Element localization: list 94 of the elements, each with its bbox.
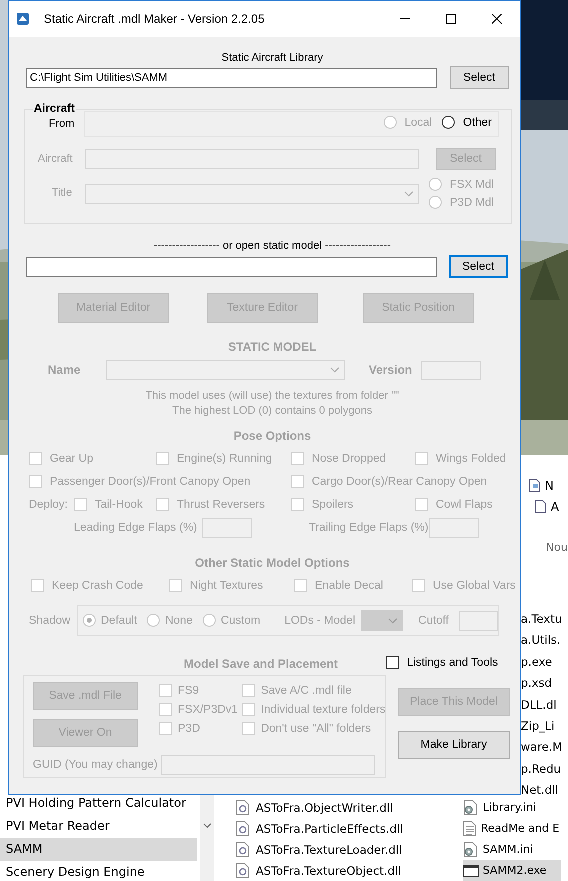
checkbox-label: Enable Decal — [315, 580, 384, 592]
checkbox-label: Cowl Flaps — [436, 498, 493, 510]
ribbon-command[interactable]: N — [528, 479, 568, 493]
document-icon — [528, 479, 542, 493]
dll-file-icon — [236, 800, 250, 816]
chevron-down-icon — [202, 823, 212, 829]
select-button[interactable]: Select — [449, 255, 508, 278]
checkbox-label: Engine(s) Running — [177, 452, 272, 464]
field-label: Title — [52, 186, 74, 199]
section-heading: STATIC MODEL — [227, 340, 318, 354]
folder-item[interactable]: Scenery Design Engine — [0, 861, 197, 881]
model-path-field[interactable] — [26, 256, 437, 276]
info-text: The highest LOD (0) contains 0 polygons — [172, 405, 374, 417]
checkbox-label: FS9 — [178, 684, 200, 696]
close-icon — [492, 14, 502, 24]
checkbox-label: Nose Dropped — [312, 452, 386, 464]
checkbox-label: Tail-Hook — [95, 498, 143, 510]
radio-label: Other — [463, 116, 492, 128]
radio-label: Custom — [220, 614, 261, 626]
radio-label: Local — [404, 116, 432, 128]
checkbox-label: P3D — [178, 722, 200, 734]
folder-item[interactable]: PVI Holding Pattern Calculator — [0, 792, 197, 815]
field-label: From — [49, 118, 76, 130]
checkbox-label: Keep Crash Code — [52, 580, 144, 592]
file-item[interactable]: ASToFra.ObjectWriter.dll — [236, 797, 463, 818]
ribbon-command[interactable]: A — [534, 500, 568, 514]
file-item[interactable]: SAMM2.exe — [463, 860, 561, 881]
section-label: ------------------ or open static model ------------------ — [152, 240, 392, 252]
field-label: LODs - Model — [284, 614, 356, 626]
file-item[interactable]: ASToFra.TextureObject.dll — [236, 860, 463, 881]
file-item[interactable]: ASToFra.TextureLoader.dll — [236, 839, 463, 860]
section-heading: Model Save and Placement — [184, 657, 338, 671]
checkbox-label: Use Global Vars — [433, 580, 516, 592]
section-heading: Other Static Model Options — [194, 556, 351, 570]
field-label: Leading Edge Flaps (%) — [74, 522, 198, 534]
field-label: GUID (You may change) — [33, 759, 159, 771]
window-icon — [463, 864, 479, 878]
radio-label: FSX Mdl — [450, 178, 494, 190]
gear-file-icon — [463, 842, 479, 858]
section-label: Static Aircraft Library — [220, 52, 324, 64]
checkbox-label: FSX/P3Dv1 — [178, 704, 238, 716]
file-item[interactable]: SAMM.ini — [463, 839, 561, 860]
deploy-label: Deploy: — [29, 498, 68, 510]
field-label: Trailing Edge Flaps (%) — [309, 522, 426, 534]
file-name[interactable]: p.xsd — [521, 673, 563, 695]
checkbox-label: Passenger Door(s)/Front Canopy Open — [50, 476, 251, 488]
file-name[interactable]: a.Utils. — [521, 630, 563, 652]
ribbon-group-label: Nou — [546, 541, 568, 554]
field-label: Name — [48, 363, 82, 377]
scrollbar[interactable] — [200, 795, 214, 881]
chevron-down-icon — [330, 367, 340, 373]
checkbox-label: Cargo Door(s)/Rear Canopy Open — [312, 476, 488, 488]
field-label: Aircraft — [38, 153, 74, 165]
radio-label: P3D Mdl — [450, 196, 494, 208]
checkbox-label: Night Textures — [190, 580, 264, 592]
path-field[interactable]: C:\Flight Sim Utilities\SAMM — [26, 68, 437, 88]
radio-label: None — [165, 614, 193, 626]
checkbox-label: Gear Up — [50, 452, 94, 464]
text-file-icon — [463, 820, 477, 836]
field-label: Cutoff — [418, 614, 449, 626]
folder-item[interactable]: PVI Metar Reader — [0, 815, 197, 838]
checkbox-label: Individual texture folders — [261, 704, 386, 716]
window-title: Static Aircraft .mdl Maker - Version 2.2.05 — [44, 12, 265, 26]
select-button[interactable]: Select — [450, 66, 509, 89]
info-text: This model uses (will use) the textures from folder "" — [144, 390, 400, 402]
dll-file-icon — [236, 862, 250, 878]
file-item[interactable]: ReadMe and E — [463, 818, 561, 839]
dll-file-icon — [236, 820, 250, 836]
file-name[interactable]: ware.M — [521, 737, 563, 759]
radio-label: Default — [101, 614, 138, 626]
app-icon — [16, 12, 30, 26]
dll-file-icon — [236, 842, 250, 858]
file-name[interactable]: Zip_Li — [521, 716, 563, 738]
gear-file-icon — [463, 800, 479, 816]
file-name[interactable]: p.Redu — [521, 758, 563, 780]
chevron-down-icon — [404, 191, 414, 197]
checkbox-label: Listings and Tools — [407, 656, 498, 668]
checkbox-label: Wings Folded — [436, 452, 506, 464]
file-name[interactable]: DLL.dl — [521, 694, 563, 716]
maximize-icon — [446, 14, 456, 24]
checkbox-label: Thrust Reversers — [177, 498, 266, 510]
field-label: Version — [369, 363, 414, 377]
checkbox-label: Save A/C .mdl file — [261, 684, 352, 696]
field-label: Shadow — [29, 614, 72, 626]
checkbox-label: Don't use "All" folders — [261, 722, 372, 734]
file-item[interactable]: ASToFra.ParticleEffects.dll — [236, 818, 463, 839]
document-icon — [534, 500, 548, 514]
section-heading: Pose Options — [232, 429, 312, 443]
group-title: Aircraft — [33, 103, 76, 115]
file-name[interactable]: p.exe — [521, 652, 563, 674]
file-name[interactable]: a.Textu — [521, 609, 563, 630]
chevron-down-icon — [388, 618, 398, 624]
checkbox-label: Spoilers — [312, 498, 354, 510]
folder-item[interactable]: SAMM — [0, 838, 197, 861]
